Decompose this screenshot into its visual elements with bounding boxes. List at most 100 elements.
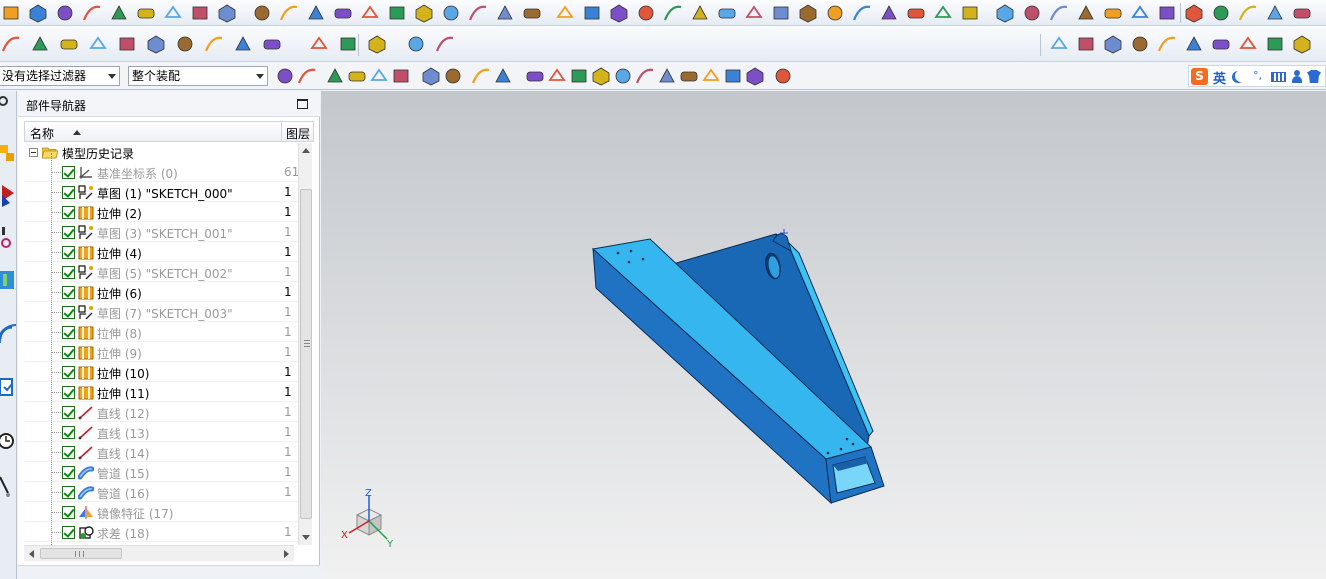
roles-icon[interactable] xyxy=(0,471,16,499)
column-separator[interactable] xyxy=(281,122,282,141)
tree-row[interactable]: 草图 (1) "SKETCH_000" 1 xyxy=(24,182,298,202)
trim-icon[interactable] xyxy=(797,2,819,24)
sphere-icon[interactable] xyxy=(251,2,273,24)
revolve-icon[interactable] xyxy=(878,2,900,24)
visibility-checkbox[interactable] xyxy=(62,286,75,299)
mesh-icon[interactable] xyxy=(744,65,766,87)
offset-icon[interactable] xyxy=(678,65,700,87)
revolve-icon[interactable] xyxy=(162,2,184,24)
sketch-tool-icon[interactable] xyxy=(824,2,846,24)
tree-row[interactable]: 拉伸 (11) 1 xyxy=(24,382,298,402)
text-icon[interactable] xyxy=(994,2,1016,24)
mirror-icon[interactable] xyxy=(1210,2,1232,24)
tree-row[interactable]: 拉伸 (6) 1 xyxy=(24,282,298,302)
extrude-tool-icon[interactable] xyxy=(851,2,873,24)
pattern-icon[interactable] xyxy=(434,33,456,55)
vertical-scroll-thumb[interactable] xyxy=(300,189,312,519)
tree-row[interactable]: 基准坐标系 (0) 61 xyxy=(24,162,298,182)
cylinder-icon[interactable] xyxy=(1102,33,1124,55)
blend-icon[interactable] xyxy=(1264,33,1286,55)
hole-icon[interactable] xyxy=(492,65,514,87)
blend-icon[interactable] xyxy=(568,65,590,87)
trim-icon[interactable] xyxy=(0,33,22,55)
visibility-checkbox[interactable] xyxy=(62,326,75,339)
horizontal-scroll-thumb[interactable] xyxy=(40,548,122,559)
surface-icon[interactable] xyxy=(1291,2,1313,24)
scroll-left-icon[interactable] xyxy=(29,550,34,558)
cylinder-icon[interactable] xyxy=(216,2,238,24)
constraint-navigator-icon[interactable] xyxy=(0,181,16,209)
cylinder-icon[interactable] xyxy=(420,65,442,87)
web-browser-icon[interactable] xyxy=(0,317,17,345)
hole-icon[interactable] xyxy=(1183,33,1205,55)
visibility-checkbox[interactable] xyxy=(62,266,75,279)
ime-language-toggle[interactable]: 英 xyxy=(1213,68,1226,87)
scroll-up-icon[interactable] xyxy=(302,148,310,153)
surface-icon[interactable] xyxy=(722,65,744,87)
settings-gear-icon[interactable] xyxy=(0,91,16,119)
sphere-icon[interactable] xyxy=(959,2,981,24)
text-icon[interactable] xyxy=(1156,33,1178,55)
sweep-icon[interactable] xyxy=(1264,2,1286,24)
sketch-tool-icon[interactable] xyxy=(29,33,51,55)
cylinder-icon[interactable] xyxy=(932,2,954,24)
revolve-icon[interactable] xyxy=(1048,33,1070,55)
graphics-window[interactable]: Z X Y xyxy=(321,91,1326,579)
part-navigator-icon[interactable] xyxy=(0,223,16,251)
system-materials-clock-icon[interactable] xyxy=(0,427,16,455)
spline-icon[interactable] xyxy=(770,2,792,24)
column-name-header[interactable]: 名称 xyxy=(30,125,54,142)
chamfer-icon[interactable] xyxy=(366,33,388,55)
draft-icon[interactable] xyxy=(1156,2,1178,24)
extrude-tool-icon[interactable] xyxy=(346,65,368,87)
pattern-icon[interactable] xyxy=(634,65,656,87)
pattern-icon[interactable] xyxy=(1183,2,1205,24)
boss-icon[interactable] xyxy=(332,2,354,24)
scroll-right-icon[interactable] xyxy=(284,550,289,558)
tree-row[interactable]: 拉伸 (8) 1 xyxy=(24,322,298,342)
sweep-icon[interactable] xyxy=(554,2,576,24)
text-icon[interactable] xyxy=(470,65,492,87)
tree-row[interactable]: 拉伸 (4) 1 xyxy=(24,242,298,262)
hole-icon[interactable] xyxy=(232,33,254,55)
tree-row[interactable]: 管道 (15) 1 xyxy=(24,462,298,482)
block-icon[interactable] xyxy=(1075,33,1097,55)
vertical-scrollbar[interactable] xyxy=(298,143,312,545)
render-icon[interactable] xyxy=(689,2,711,24)
tree-row[interactable]: 镜像特征 (17) xyxy=(24,502,298,522)
assembly-navigator-icon[interactable] xyxy=(0,141,16,169)
boss-icon[interactable] xyxy=(261,33,283,55)
boss-icon[interactable] xyxy=(524,65,546,87)
sketch-tool-icon[interactable] xyxy=(108,2,130,24)
tree-row[interactable]: 直线 (12) 1 xyxy=(24,402,298,422)
moon-icon[interactable] xyxy=(1235,70,1247,82)
surface-icon[interactable] xyxy=(581,2,603,24)
user-icon[interactable] xyxy=(1292,70,1302,83)
text-icon[interactable] xyxy=(278,2,300,24)
spline-icon[interactable] xyxy=(54,2,76,24)
chamfer-icon[interactable] xyxy=(1291,33,1313,55)
extrude-tool-icon[interactable] xyxy=(135,2,157,24)
shell-icon[interactable] xyxy=(1237,33,1259,55)
keyboard-icon[interactable] xyxy=(1271,72,1286,82)
sphere-icon[interactable] xyxy=(1129,33,1151,55)
trim-icon[interactable] xyxy=(296,65,318,87)
boss-icon[interactable] xyxy=(1048,2,1070,24)
visibility-checkbox[interactable] xyxy=(62,226,75,239)
hole-icon[interactable] xyxy=(305,2,327,24)
visibility-checkbox[interactable] xyxy=(62,246,75,259)
visibility-checkbox[interactable] xyxy=(62,366,75,379)
shell-icon[interactable] xyxy=(1075,2,1097,24)
mirror-icon[interactable] xyxy=(494,2,516,24)
revolve-icon[interactable] xyxy=(368,65,390,87)
draft-icon[interactable] xyxy=(612,65,634,87)
view-triad[interactable]: Z X Y xyxy=(329,489,399,549)
column-layer-header[interactable]: 图层 xyxy=(286,125,310,142)
pattern-icon[interactable] xyxy=(467,2,489,24)
view-icon[interactable] xyxy=(662,2,684,24)
visibility-checkbox[interactable] xyxy=(62,406,75,419)
curve-icon[interactable] xyxy=(716,2,738,24)
visibility-checkbox[interactable] xyxy=(62,186,75,199)
scroll-down-icon[interactable] xyxy=(302,535,310,540)
shell-icon[interactable] xyxy=(546,65,568,87)
